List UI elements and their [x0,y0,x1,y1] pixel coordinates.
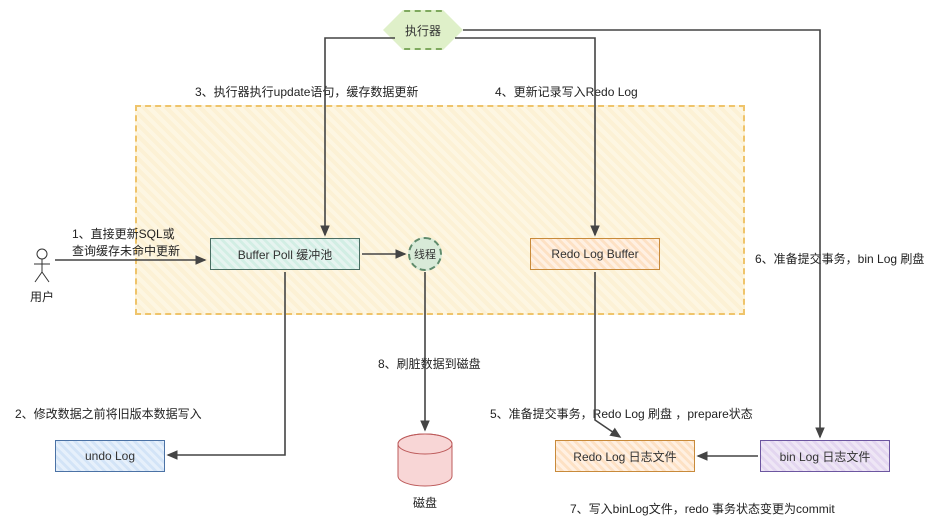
memory-area-container [135,105,745,315]
step-6-label: 6、准备提交事务，bin Log 刷盘 [755,250,924,267]
step-2-label: 2、修改数据之前将旧版本数据写入 [15,405,202,422]
diagram-canvas: 执行器 用户 Buffer Poll 缓冲池 线程 Redo Log Buffe… [0,0,925,527]
redo-buffer-node: Redo Log Buffer [530,238,660,270]
step-4-label: 4、更新记录写入Redo Log [495,83,638,100]
redo-file-node: Redo Log 日志文件 [555,440,695,472]
disk-node [395,432,455,492]
disk-label: 磁盘 [413,494,437,511]
undo-log-label: undo Log [85,449,135,463]
user-actor [32,248,52,284]
buffer-pool-label: Buffer Poll 缓冲池 [238,246,332,263]
user-label: 用户 [30,288,54,305]
undo-log-node: undo Log [55,440,165,472]
executor-label: 执行器 [405,22,441,39]
executor-node: 执行器 [383,10,463,50]
redo-file-label: Redo Log 日志文件 [573,448,676,465]
thread-label: 线程 [414,246,436,262]
step-7-label: 7、写入binLog文件，redo 事务状态变更为commit [570,500,835,517]
bin-file-label: bin Log 日志文件 [780,448,871,465]
step-5-label: 5、准备提交事务，Redo Log 刷盘 ，prepare状态 [490,405,753,422]
redo-buffer-label: Redo Log Buffer [551,247,638,261]
step-3-label: 3、执行器执行update语句，缓存数据更新 [195,83,418,100]
step-8-label: 8、刷脏数据到磁盘 [378,355,481,372]
step-1-label: 1、直接更新SQL或 查询缓存未命中更新 [72,225,180,259]
buffer-pool-node: Buffer Poll 缓冲池 [210,238,360,270]
thread-node: 线程 [408,237,442,271]
bin-file-node: bin Log 日志文件 [760,440,890,472]
